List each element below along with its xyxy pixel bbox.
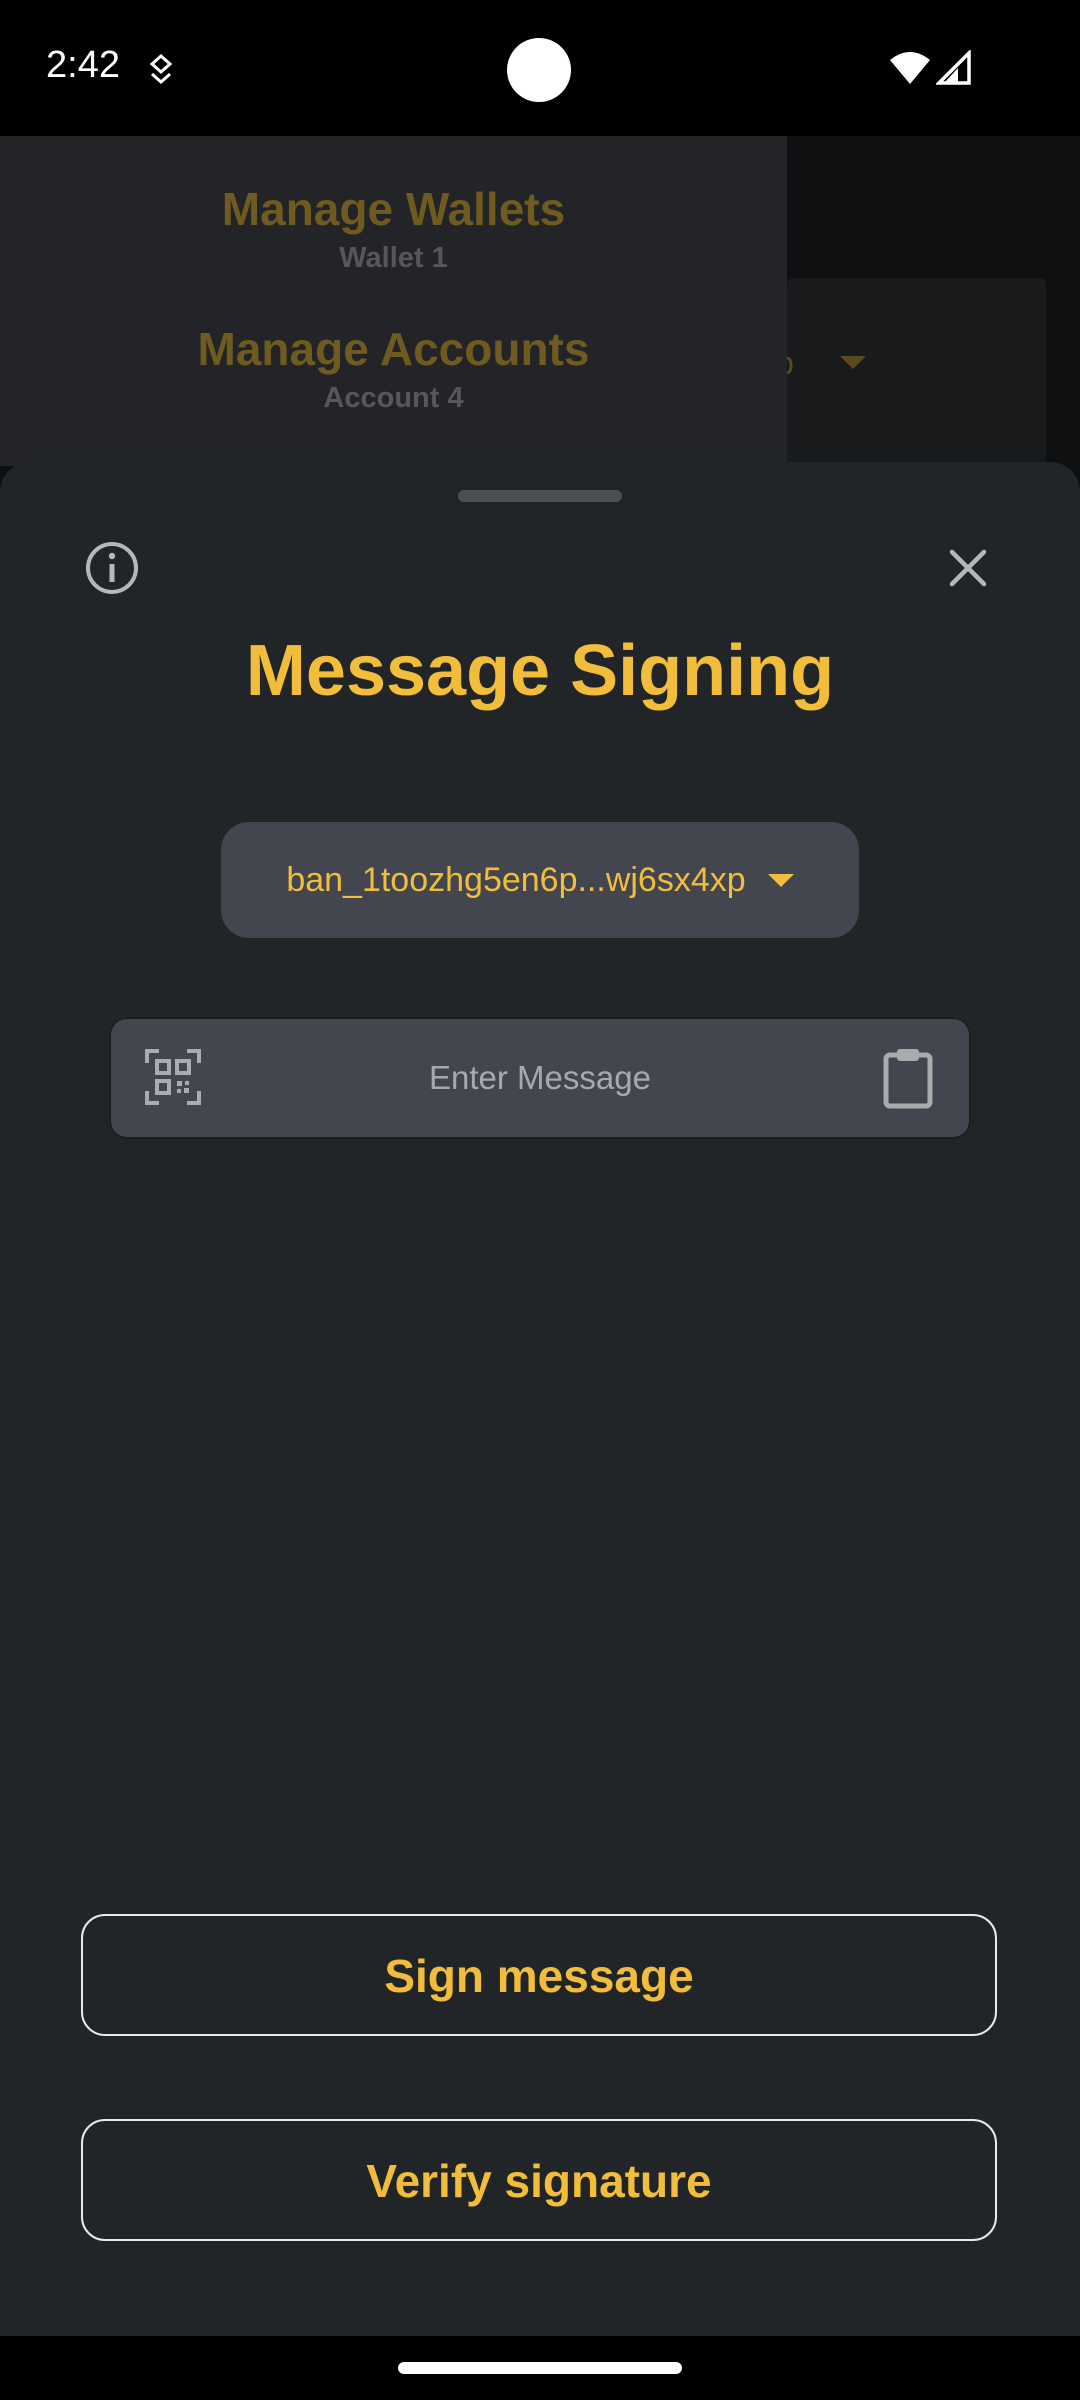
sheet-drag-handle[interactable] (458, 490, 622, 502)
message-signing-sheet: Message Signing ban_1toozhg5en6p...wj6sx… (0, 462, 1080, 2336)
background-caret-icon (840, 356, 866, 369)
sheet-title: Message Signing (245, 631, 835, 711)
wifi-icon (890, 52, 930, 84)
status-time: 2:42 (46, 44, 120, 86)
background-card (787, 278, 1046, 478)
message-input[interactable]: Enter Message (109, 1017, 971, 1139)
drawer-item-manage-wallets[interactable]: Manage Wallets Wallet 1 (0, 182, 787, 275)
close-icon[interactable] (944, 544, 992, 592)
drawer-item-title: Manage Wallets (221, 183, 566, 235)
home-gesture-handle[interactable] (398, 2362, 682, 2374)
sign-message-button[interactable]: Sign message (81, 1914, 997, 2036)
drawer-item-subtitle: Wallet 1 (339, 242, 448, 274)
verify-signature-button[interactable]: Verify signature (81, 2119, 997, 2241)
cellular-signal-icon (936, 50, 971, 85)
screen: 2:42 xp Manage Wallets Wallet 1 Manage A… (0, 0, 1080, 2400)
status-bar: 2:42 (0, 0, 1080, 136)
chevron-down-icon (767, 873, 794, 887)
account-dropdown[interactable]: ban_1toozhg5en6p...wj6sx4xp (221, 822, 859, 938)
message-placeholder: Enter Message (429, 1059, 651, 1096)
drawer-item-subtitle: Account 4 (323, 382, 464, 414)
account-dropdown-value: ban_1toozhg5en6p...wj6sx4xp (286, 860, 746, 899)
camera-cutout (507, 38, 571, 102)
clipboard-paste-icon[interactable] (883, 1047, 933, 1109)
notification-icon (149, 53, 173, 85)
drawer-item-title: Manage Accounts (197, 323, 590, 375)
side-drawer: Manage Wallets Wallet 1 Manage Accounts … (0, 136, 787, 466)
info-icon[interactable] (84, 540, 140, 596)
drawer-item-manage-accounts[interactable]: Manage Accounts Account 4 (0, 322, 787, 415)
